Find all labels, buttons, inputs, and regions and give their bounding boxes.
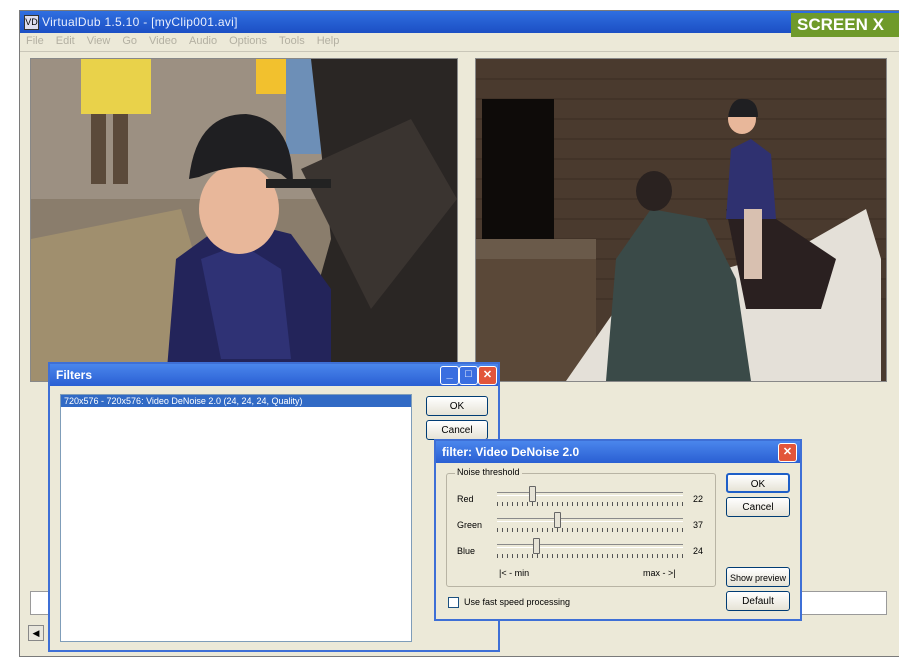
denoise-dialog: filter: Video DeNoise 2.0 ✕ Noise thresh… [434, 439, 802, 621]
menu-help[interactable]: Help [311, 33, 346, 49]
input-frame-image [31, 59, 457, 381]
green-slider-thumb[interactable] [553, 512, 561, 528]
green-value: 37 [693, 520, 704, 530]
red-value: 22 [693, 494, 704, 504]
window-title: VirtualDub 1.5.10 - [myClip001.avi] [42, 15, 238, 29]
fast-speed-checkbox[interactable] [448, 597, 459, 608]
menu-edit[interactable]: Edit [50, 33, 81, 49]
blue-value: 24 [693, 546, 704, 556]
title-bar[interactable]: VD VirtualDub 1.5.10 - [myClip001.avi] [20, 11, 899, 33]
filters-cancel-button[interactable]: Cancel [426, 420, 488, 440]
menu-view[interactable]: View [81, 33, 117, 49]
menu-options[interactable]: Options [223, 33, 273, 49]
menu-audio[interactable]: Audio [183, 33, 223, 49]
min-label: |< - min [499, 568, 530, 578]
maximize-icon[interactable]: □ [459, 366, 478, 385]
default-button[interactable]: Default [726, 591, 790, 611]
noise-threshold-label: Noise threshold [455, 467, 522, 477]
minimize-icon[interactable]: _ [440, 366, 459, 385]
noise-threshold-group: Noise threshold Red 22 Green 37 Blue 24 … [446, 467, 716, 587]
denoise-ok-button[interactable]: OK [726, 473, 790, 493]
filters-dialog-titlebar[interactable]: Filters _ □ ✕ [50, 364, 498, 386]
show-preview-button[interactable]: Show preview [726, 567, 790, 587]
blue-slider-thumb[interactable] [533, 538, 541, 554]
output-frame-image [476, 59, 886, 381]
menu-bar: File Edit View Go Video Audio Options To… [20, 33, 899, 52]
max-label: max - >| [643, 568, 676, 578]
denoise-cancel-button[interactable]: Cancel [726, 497, 790, 517]
red-slider-thumb[interactable] [529, 486, 537, 502]
red-slider-label: Red [457, 494, 474, 504]
close-icon[interactable]: ✕ [778, 443, 797, 462]
filters-dialog-title: Filters [56, 368, 93, 382]
screen-x-badge: SCREEN X [791, 13, 899, 37]
input-video-pane [30, 58, 458, 382]
filters-dialog: Filters _ □ ✕ 720x576 - 720x576: Video D… [48, 362, 500, 652]
scroll-left-button[interactable]: ◀ [28, 625, 44, 641]
output-video-pane [475, 58, 887, 382]
filter-list[interactable]: 720x576 - 720x576: Video DeNoise 2.0 (24… [60, 394, 412, 642]
menu-video[interactable]: Video [143, 33, 183, 49]
menu-go[interactable]: Go [116, 33, 143, 49]
blue-slider-label: Blue [457, 546, 476, 556]
close-icon[interactable]: ✕ [478, 366, 497, 385]
filter-list-item[interactable]: 720x576 - 720x576: Video DeNoise 2.0 (24… [61, 395, 411, 407]
denoise-dialog-title: filter: Video DeNoise 2.0 [442, 445, 580, 459]
green-slider-label: Green [457, 520, 483, 530]
menu-file[interactable]: File [20, 33, 50, 49]
denoise-dialog-titlebar[interactable]: filter: Video DeNoise 2.0 ✕ [436, 441, 800, 463]
app-icon: VD [24, 15, 39, 30]
fast-speed-label: Use fast speed processing [464, 597, 571, 607]
filters-ok-button[interactable]: OK [426, 396, 488, 416]
menu-tools[interactable]: Tools [273, 33, 311, 49]
